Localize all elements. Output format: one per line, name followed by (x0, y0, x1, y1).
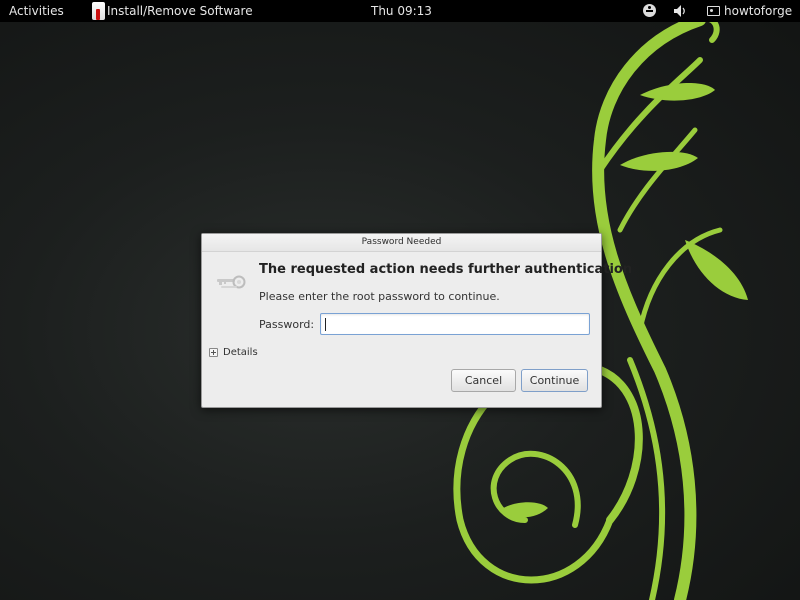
volume-icon[interactable] (673, 0, 689, 22)
password-label: Password: (259, 318, 315, 331)
cancel-button[interactable]: Cancel (451, 369, 516, 392)
app-menu-label: Install/Remove Software (107, 4, 253, 18)
dialog-message: Please enter the root password to contin… (259, 290, 500, 303)
password-dialog: Password Needed The requested action nee… (201, 233, 632, 408)
activities-button[interactable]: Activities (9, 0, 64, 22)
user-menu[interactable]: howtoforge (707, 0, 792, 22)
user-name: howtoforge (724, 4, 793, 18)
continue-button[interactable]: Continue (521, 369, 588, 392)
software-app-icon (92, 2, 105, 20)
keys-icon (217, 275, 246, 289)
app-menu[interactable]: Install/Remove Software (92, 0, 253, 22)
dialog-heading: The requested action needs further authe… (259, 262, 633, 277)
accessibility-icon[interactable] (643, 0, 657, 22)
details-expander[interactable]: Details (209, 346, 258, 358)
top-panel: Activities Install/Remove Software Thu 0… (0, 0, 800, 22)
desktop-background: Activities Install/Remove Software Thu 0… (0, 0, 800, 600)
user-account-icon (707, 6, 720, 16)
clock[interactable]: Thu 09:13 (371, 0, 432, 22)
expand-plus-icon (209, 347, 218, 357)
details-label: Details (223, 346, 258, 358)
password-field[interactable] (320, 313, 590, 335)
dialog-title: Password Needed (202, 234, 601, 252)
text-cursor (325, 318, 326, 331)
